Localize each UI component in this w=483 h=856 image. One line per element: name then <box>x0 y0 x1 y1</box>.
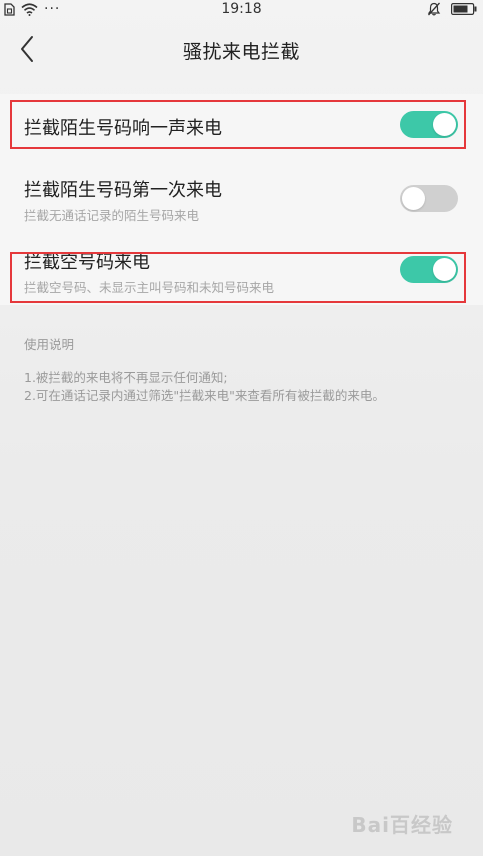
instructions-line: 1.被拦截的来电将不再显示任何通知; <box>24 370 228 385</box>
screen: ··· 19:18 骚扰来电拦截 拦截陌生号码响一声来电 拦截陌生号码第一次来电… <box>0 0 483 856</box>
header: 骚扰来电拦截 <box>0 20 483 77</box>
setting-title: 拦截陌生号码第一次来电 <box>24 180 222 201</box>
toggle-ring-once[interactable] <box>400 111 458 138</box>
toggle-empty-number[interactable] <box>400 256 458 283</box>
setting-row-ring-once[interactable]: 拦截陌生号码响一声来电 <box>0 94 483 155</box>
toggle-knob <box>402 187 425 210</box>
watermark: Bai百经验 <box>351 813 453 837</box>
setting-subtitle: 拦截空号码、未显示主叫号码和未知号码来电 <box>24 280 275 295</box>
setting-title: 拦截空号码来电 <box>24 252 150 273</box>
status-bar: ··· 19:18 <box>0 0 483 20</box>
status-time: 19:18 <box>221 1 262 17</box>
toggle-knob <box>433 113 456 136</box>
mute-bell-icon <box>427 2 441 16</box>
setting-row-empty-number[interactable]: 拦截空号码来电 拦截空号码、未显示主叫号码和未知号码来电 <box>0 234 483 305</box>
instructions: 使用说明 1.被拦截的来电将不再显示任何通知; 2.可在通话记录内通过筛选"拦截… <box>24 334 385 405</box>
setting-title: 拦截陌生号码响一声来电 <box>24 118 222 139</box>
page-title: 骚扰来电拦截 <box>182 41 300 63</box>
status-right <box>427 2 477 16</box>
instructions-line: 2.可在通话记录内通过筛选"拦截来电"来查看所有被拦截的来电。 <box>24 388 385 403</box>
battery-icon <box>451 3 477 15</box>
toggle-first-call[interactable] <box>400 185 458 212</box>
settings-list: 拦截陌生号码响一声来电 拦截陌生号码第一次来电 拦截无通话记录的陌生号码来电 拦… <box>0 94 483 305</box>
instructions-title: 使用说明 <box>24 337 75 352</box>
setting-row-first-call[interactable]: 拦截陌生号码第一次来电 拦截无通话记录的陌生号码来电 <box>0 155 483 234</box>
setting-subtitle: 拦截无通话记录的陌生号码来电 <box>24 208 200 223</box>
toggle-knob <box>433 258 456 281</box>
